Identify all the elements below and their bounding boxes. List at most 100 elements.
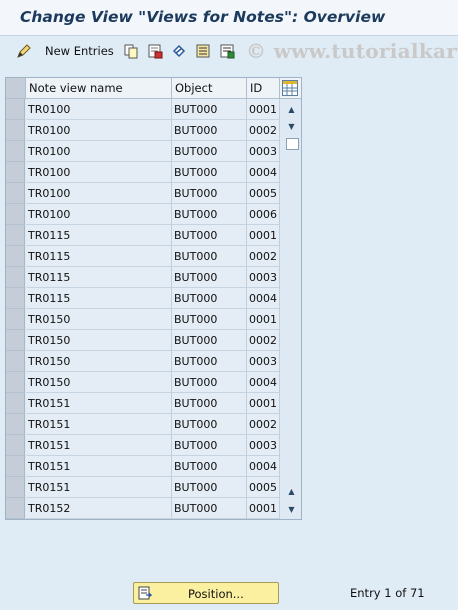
row-selector[interactable] [6, 183, 25, 204]
column-header-id[interactable]: ID [247, 78, 280, 99]
cell-note-view-name: TR0150 [26, 330, 172, 351]
vertical-scrollbar[interactable]: ▲ ▼ ▲ ▼ [282, 99, 301, 519]
table-row[interactable]: TR0115 BUT000 0001 [6, 225, 280, 246]
delete-icon[interactable] [147, 43, 163, 59]
cell-note-view-name: TR0115 [26, 288, 172, 309]
title-bar: Change View "Views for Notes": Overview [0, 0, 458, 36]
table-row[interactable]: TR0100 BUT000 0004 [6, 162, 280, 183]
row-selector[interactable] [6, 498, 25, 519]
cell-id: 0001 [247, 99, 280, 120]
cell-id: 0001 [247, 498, 280, 519]
table-row[interactable]: TR0115 BUT000 0002 [6, 246, 280, 267]
row-selector[interactable] [6, 414, 25, 435]
column-header-object[interactable]: Object [172, 78, 247, 99]
cell-note-view-name: TR0152 [26, 498, 172, 519]
select-all-header[interactable] [6, 78, 26, 99]
cell-object: BUT000 [172, 393, 247, 414]
new-entries-button[interactable]: New Entries [45, 44, 114, 58]
scroll-page-up-icon[interactable]: ▲ [284, 484, 299, 499]
table-row[interactable]: TR0100 BUT000 0003 [6, 141, 280, 162]
table-settings-icon[interactable] [282, 80, 298, 96]
row-selector[interactable] [6, 309, 25, 330]
position-button-label: Position... [188, 587, 244, 601]
deselect-all-icon[interactable] [219, 43, 235, 59]
cell-id: 0002 [247, 120, 280, 141]
cell-note-view-name: TR0151 [26, 456, 172, 477]
cell-object: BUT000 [172, 141, 247, 162]
row-selector[interactable] [6, 393, 25, 414]
row-selector[interactable] [6, 477, 25, 498]
table-row[interactable]: TR0100 BUT000 0006 [6, 204, 280, 225]
cell-object: BUT000 [172, 288, 247, 309]
cell-id: 0003 [247, 435, 280, 456]
row-selector[interactable] [6, 246, 25, 267]
row-selector[interactable] [6, 225, 25, 246]
position-icon [138, 586, 153, 600]
table-row[interactable]: TR0151 BUT000 0001 [6, 393, 280, 414]
cell-object: BUT000 [172, 435, 247, 456]
cell-id: 0004 [247, 372, 280, 393]
row-selector[interactable] [6, 351, 25, 372]
column-header-note-view-name[interactable]: Note view name [26, 78, 172, 99]
table-row[interactable]: TR0150 BUT000 0002 [6, 330, 280, 351]
cell-object: BUT000 [172, 225, 247, 246]
table-row[interactable]: TR0100 BUT000 0002 [6, 120, 280, 141]
row-selector[interactable] [6, 141, 25, 162]
table-row[interactable]: TR0100 BUT000 0005 [6, 183, 280, 204]
row-selector[interactable] [6, 162, 25, 183]
table-row[interactable]: TR0115 BUT000 0004 [6, 288, 280, 309]
cell-note-view-name: TR0151 [26, 393, 172, 414]
column-config-header [280, 78, 301, 99]
copy-icon[interactable] [123, 43, 139, 59]
table-row[interactable]: TR0151 BUT000 0005 [6, 477, 280, 498]
row-selector[interactable] [6, 330, 25, 351]
scroll-up-icon[interactable]: ▲ [284, 102, 299, 117]
row-selector[interactable] [6, 120, 25, 141]
table-row[interactable]: TR0151 BUT000 0003 [6, 435, 280, 456]
table-row[interactable]: TR0152 BUT000 0001 [6, 498, 280, 519]
select-all-icon[interactable] [195, 43, 211, 59]
cell-object: BUT000 [172, 456, 247, 477]
row-selector[interactable] [6, 204, 25, 225]
cell-object: BUT000 [172, 183, 247, 204]
cell-note-view-name: TR0151 [26, 477, 172, 498]
table-row[interactable]: TR0151 BUT000 0004 [6, 456, 280, 477]
cell-note-view-name: TR0115 [26, 246, 172, 267]
cell-id: 0002 [247, 414, 280, 435]
page-title: Change View "Views for Notes": Overview [20, 8, 386, 26]
cell-note-view-name: TR0100 [26, 204, 172, 225]
table-row[interactable]: TR0100 BUT000 0001 [6, 99, 280, 120]
row-selector[interactable] [6, 288, 25, 309]
cell-id: 0002 [247, 330, 280, 351]
cell-note-view-name: TR0150 [26, 351, 172, 372]
row-selector[interactable] [6, 435, 25, 456]
cell-object: BUT000 [172, 498, 247, 519]
position-button[interactable]: Position... [133, 582, 279, 604]
cell-id: 0005 [247, 477, 280, 498]
table-row[interactable]: TR0150 BUT000 0001 [6, 309, 280, 330]
table-row[interactable]: TR0151 BUT000 0002 [6, 414, 280, 435]
scroll-thumb[interactable] [286, 138, 299, 150]
row-selector[interactable] [6, 267, 25, 288]
cell-note-view-name: TR0100 [26, 141, 172, 162]
scroll-page-down-icon[interactable]: ▼ [284, 502, 299, 517]
cell-id: 0001 [247, 225, 280, 246]
scroll-down-icon[interactable]: ▼ [284, 119, 299, 134]
cell-note-view-name: TR0151 [26, 414, 172, 435]
row-selector[interactable] [6, 372, 25, 393]
row-selector[interactable] [6, 99, 25, 120]
cell-object: BUT000 [172, 330, 247, 351]
cell-id: 0004 [247, 288, 280, 309]
undo-icon[interactable] [171, 43, 187, 59]
row-selector[interactable] [6, 456, 25, 477]
cell-object: BUT000 [172, 372, 247, 393]
change-display-icon[interactable] [16, 43, 32, 59]
cell-note-view-name: TR0150 [26, 372, 172, 393]
cell-id: 0006 [247, 204, 280, 225]
cell-object: BUT000 [172, 267, 247, 288]
cell-id: 0004 [247, 162, 280, 183]
table-row[interactable]: TR0115 BUT000 0003 [6, 267, 280, 288]
table-row[interactable]: TR0150 BUT000 0004 [6, 372, 280, 393]
table-row[interactable]: TR0150 BUT000 0003 [6, 351, 280, 372]
cell-id: 0003 [247, 141, 280, 162]
